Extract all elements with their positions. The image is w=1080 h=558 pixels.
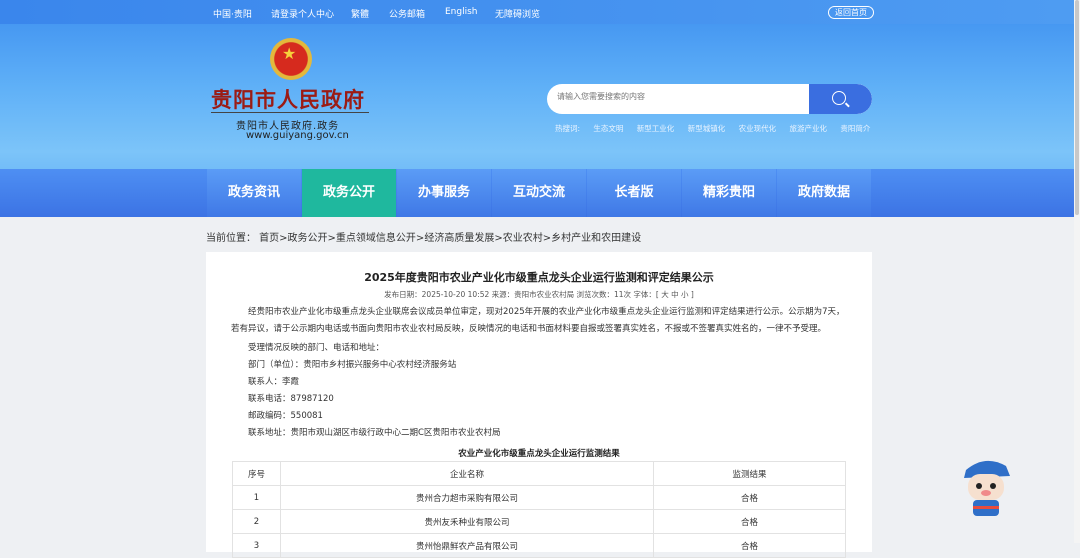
paragraph: 邮政编码：550081 <box>248 411 323 421</box>
nav-elderly[interactable]: 长者版 <box>587 169 681 217</box>
nav-news[interactable]: 政务资讯 <box>207 169 301 217</box>
national-emblem-icon: ★ <box>270 38 312 80</box>
results-table: 序号 企业名称 监测结果 1 贵州合力超市采购有限公司 合格 2 贵州友禾种业有限公司 合格… <box>232 461 846 558</box>
header-cell: 监测结果 <box>653 461 846 486</box>
paragraph: 经贵阳市农业产业化市级重点龙头企业联席会议成员单位审定，现对2025年开展的农业… <box>231 307 845 334</box>
hot-link[interactable]: 新型城镇化 <box>688 124 726 133</box>
cell: 2 <box>232 509 281 534</box>
logo-divider <box>211 112 369 113</box>
mascot-assistant-icon[interactable] <box>958 456 1013 518</box>
cell: 合格 <box>653 509 846 534</box>
cell: 合格 <box>653 533 846 558</box>
hot-link[interactable]: 贵阳简介 <box>840 124 870 133</box>
english-link[interactable]: English <box>445 7 478 17</box>
breadcrumb[interactable]: 当前位置： 首页>政务公开>重点领域信息公开>经济高质量发展>农业农村>乡村产业… <box>206 229 641 244</box>
logo-url: www.guiyang.gov.cn <box>246 130 349 141</box>
search-button[interactable] <box>809 84 872 114</box>
nav-guiyang[interactable]: 精彩贵阳 <box>682 169 776 217</box>
hot-link[interactable]: 新型工业化 <box>637 124 675 133</box>
login-link[interactable]: 请登录个人中心 <box>271 7 334 20</box>
paragraph: 部门（单位）：贵阳市乡村振兴服务中心农村经济服务站 <box>248 360 457 370</box>
header-cell: 序号 <box>232 461 281 486</box>
nav-services[interactable]: 办事服务 <box>397 169 491 217</box>
paragraph: 联系地址：贵阳市观山湖区市级行政中心二期C区贵阳市农业农村局 <box>248 428 501 438</box>
region-link[interactable]: 中国·贵阳 <box>213 7 252 20</box>
paragraph: 联系人：李霞 <box>248 377 300 387</box>
paragraph: 受理情况反映的部门、电话和地址： <box>248 343 385 353</box>
article-title: 2025年度贵阳市农业产业化市级重点龙头企业运行监测和评定结果公示 <box>364 271 714 284</box>
cell: 贵州友禾种业有限公司 <box>280 509 654 534</box>
table-row: 2 贵州友禾种业有限公司 合格 <box>232 509 846 534</box>
back-home-button[interactable]: 返回首页 <box>828 6 874 19</box>
scrollbar-thumb[interactable] <box>1075 0 1079 215</box>
cell: 1 <box>232 485 281 510</box>
accessibility-link[interactable]: 无障碍浏览 <box>495 7 540 20</box>
search-input[interactable] <box>557 92 797 101</box>
paragraph: 联系电话：87987120 <box>248 394 334 404</box>
article-panel: 2025年度贵阳市农业产业化市级重点龙头企业运行监测和评定结果公示 发布日期：2… <box>206 252 872 558</box>
site-logo-title[interactable]: 贵阳市人民政府 <box>211 84 365 114</box>
header-banner: 中国·贵阳 请登录个人中心 繁體 公务邮箱 English 无障碍浏览 返回首页… <box>0 0 1074 217</box>
scrollbar[interactable] <box>1074 0 1080 543</box>
main-nav: 政务资讯 政务公开 办事服务 互动交流 长者版 精彩贵阳 政府数据 <box>0 169 1074 217</box>
cell: 3 <box>232 533 281 558</box>
table-row: 1 贵州合力超市采购有限公司 合格 <box>232 485 846 510</box>
nav-interaction[interactable]: 互动交流 <box>492 169 586 217</box>
hot-link[interactable]: 旅游产业化 <box>789 124 827 133</box>
cell: 贵州合力超市采购有限公司 <box>280 485 654 510</box>
header-cell: 企业名称 <box>280 461 654 486</box>
email-link[interactable]: 公务邮箱 <box>389 7 425 20</box>
nav-data[interactable]: 政府数据 <box>777 169 871 217</box>
hot-search: 热搜词: 生态文明 新型工业化 新型城镇化 农业现代化 旅游产业化 贵阳简介 <box>555 123 881 134</box>
cell: 合格 <box>653 485 846 510</box>
traditional-chinese-link[interactable]: 繁體 <box>351 7 369 20</box>
article-meta: 发布日期：2025-10-20 10:52 来源：贵阳市农业农村局 浏览次数：1… <box>384 290 694 299</box>
cell: 贵州怡鼎鲜农产品有限公司 <box>280 533 654 558</box>
hot-label: 热搜词: <box>555 124 581 133</box>
table-row: 3 贵州怡鼎鲜农产品有限公司 合格 <box>232 533 846 558</box>
nav-disclosure[interactable]: 政务公开 <box>302 169 396 217</box>
hot-link[interactable]: 生态文明 <box>593 124 623 133</box>
table-title: 农业产业化市级重点龙头企业运行监测结果 <box>458 449 620 459</box>
table-header: 序号 企业名称 监测结果 <box>232 461 846 486</box>
top-bar: 中国·贵阳 请登录个人中心 繁體 公务邮箱 English 无障碍浏览 返回首页 <box>0 0 1074 24</box>
hot-link[interactable]: 农业现代化 <box>739 124 777 133</box>
search-box <box>547 84 872 114</box>
